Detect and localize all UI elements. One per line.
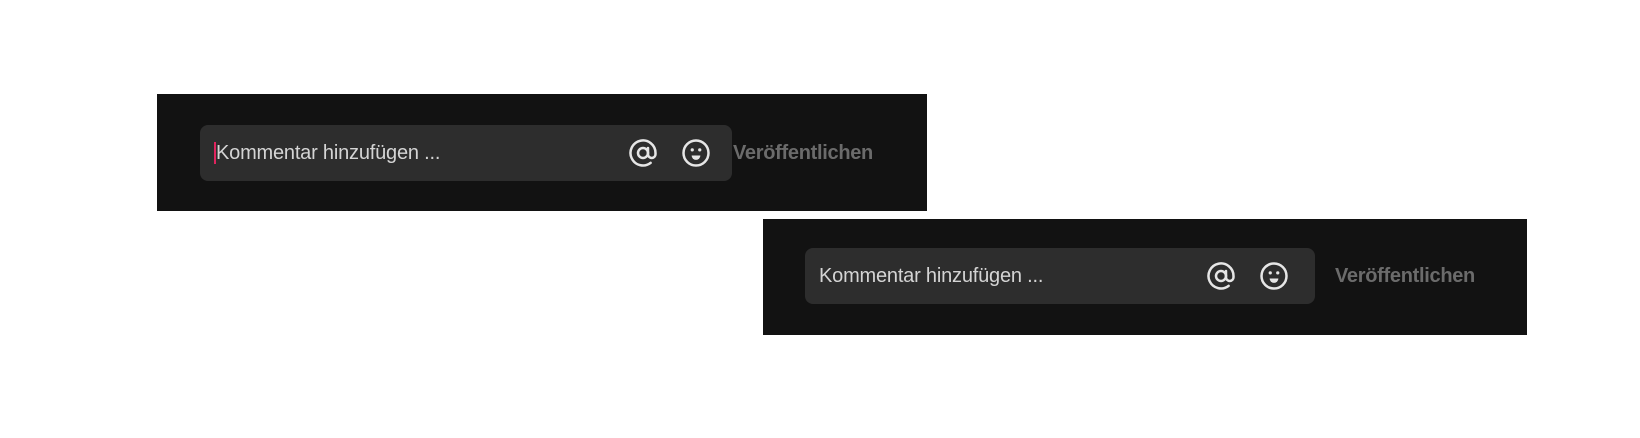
- at-sign-icon[interactable]: [628, 138, 658, 168]
- comment-bar-focused: Kommentar hinzufügen ... Veröffentlichen: [157, 94, 927, 211]
- publish-button[interactable]: Veröffentlichen: [1335, 248, 1475, 304]
- comment-placeholder: Kommentar hinzufügen ...: [216, 142, 441, 164]
- comment-input[interactable]: Kommentar hinzufügen ...: [200, 125, 732, 181]
- smiley-face-icon[interactable]: [1259, 261, 1289, 291]
- at-sign-icon[interactable]: [1206, 261, 1236, 291]
- comment-bar: Kommentar hinzufügen ... Veröffentlichen: [763, 219, 1527, 335]
- smiley-face-icon[interactable]: [681, 138, 711, 168]
- publish-button[interactable]: Veröffentlichen: [733, 125, 873, 181]
- comment-input[interactable]: Kommentar hinzufügen ...: [805, 248, 1315, 304]
- comment-placeholder: Kommentar hinzufügen ...: [819, 265, 1044, 287]
